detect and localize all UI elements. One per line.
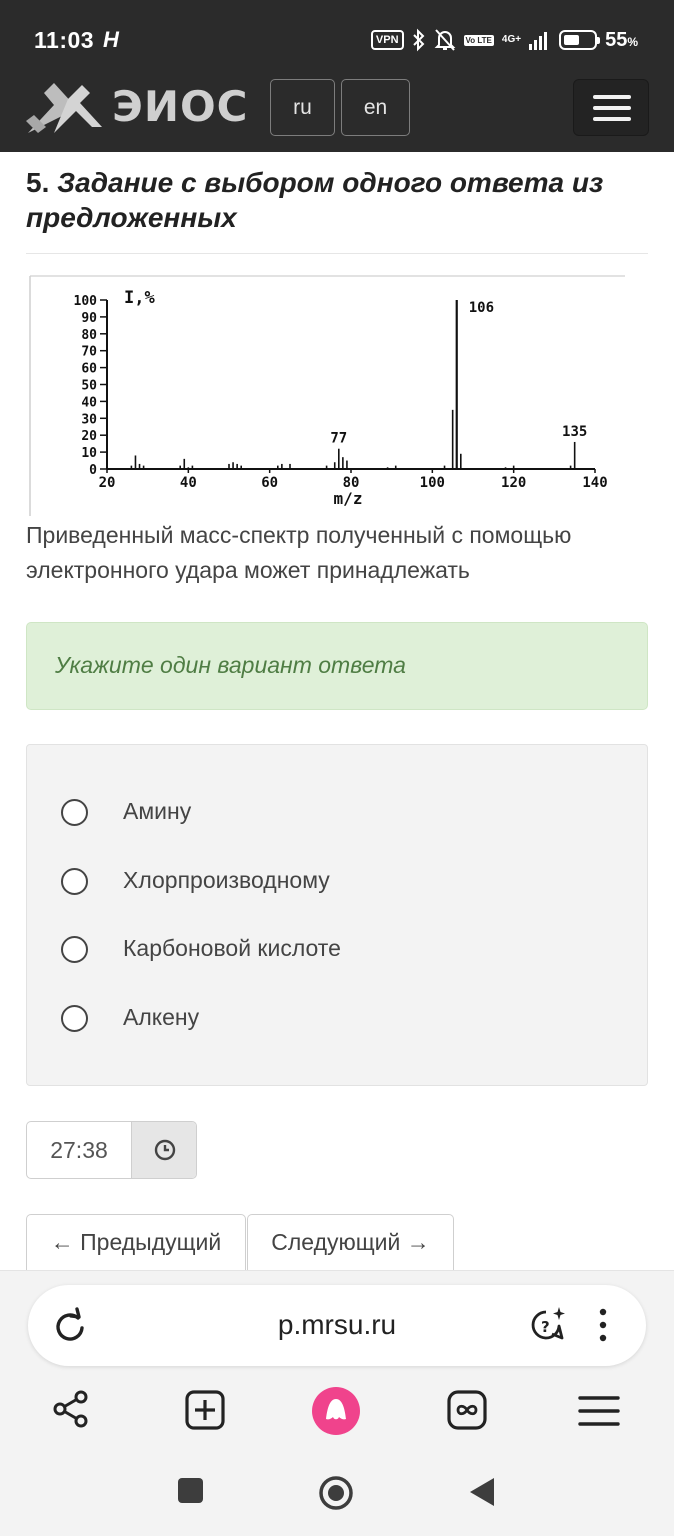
assistant-icon[interactable]: ? xyxy=(528,1305,568,1345)
x-tick-label: 20 xyxy=(99,475,116,491)
notification-h-icon: H xyxy=(103,27,119,52)
browser-chrome: p.mrsu.ru ? xyxy=(0,1270,674,1536)
answer-label[interactable]: Хлорпроизводному xyxy=(123,867,330,894)
eios-logo[interactable]: ЭИОС xyxy=(24,75,254,137)
question-text: Приведенный масс-спектр полученный с пом… xyxy=(26,522,572,583)
answer-option[interactable]: Хлорпроизводному xyxy=(61,861,330,901)
y-tick-label: 80 xyxy=(81,328,97,343)
radio-button[interactable] xyxy=(61,867,88,895)
y-tick-label: 20 xyxy=(81,429,97,444)
bluetooth-icon xyxy=(412,28,424,52)
x-tick-label: 120 xyxy=(501,475,526,491)
x-axis-label: m/z xyxy=(334,489,363,508)
battery-icon xyxy=(559,30,601,50)
battery-percent: 55% xyxy=(605,28,638,51)
clock-icon[interactable] xyxy=(131,1122,196,1178)
y-axis-label: I,% xyxy=(124,288,155,308)
x-tick-label: 140 xyxy=(582,475,607,491)
address-bar[interactable]: p.mrsu.ru ? xyxy=(28,1285,646,1366)
answer-label[interactable]: Алкену xyxy=(123,1004,199,1031)
answer-label[interactable]: Карбоновой кислоте xyxy=(123,935,341,962)
answer-option[interactable]: Амину xyxy=(61,792,191,832)
radio-button[interactable] xyxy=(61,935,88,963)
mass-spectrum-chart: 010203040506070809010020 40 60 80 100 120 140 … xyxy=(29,275,625,516)
timer: 27:38 xyxy=(26,1121,197,1179)
divider xyxy=(26,253,648,254)
top-bar: 11:03 H VPN Vo LTE 4G+ 55% ЭИОС ru en xyxy=(0,0,674,152)
svg-text:?: ? xyxy=(541,1318,550,1336)
new-tab-icon[interactable] xyxy=(184,1389,226,1431)
mute-bell-icon xyxy=(434,29,455,51)
y-tick-label: 60 xyxy=(81,362,97,377)
status-time: 11:03 xyxy=(34,27,95,53)
status-icons: VPN Vo LTE 4G+ 55% xyxy=(370,26,638,54)
answer-label[interactable]: Амину xyxy=(123,798,191,825)
status-bar: 11:03 H VPN Vo LTE 4G+ 55% xyxy=(0,0,674,80)
logo-text: ЭИОС xyxy=(112,81,249,131)
logo-mark-icon xyxy=(26,83,102,133)
hamburger-menu-button[interactable] xyxy=(573,79,649,136)
answer-hint: Укажите один вариант ответа xyxy=(55,652,406,678)
back-icon[interactable] xyxy=(468,1476,496,1508)
previous-button[interactable]: ← Предыдущий xyxy=(26,1214,246,1270)
next-button[interactable]: Следующий → xyxy=(247,1214,454,1270)
question-number: 5. xyxy=(26,167,50,198)
y-tick-label: 100 xyxy=(74,294,98,309)
recents-icon[interactable] xyxy=(177,1477,204,1504)
x-tick-label: 100 xyxy=(420,475,445,491)
radio-button[interactable] xyxy=(61,1004,88,1032)
y-tick-label: 40 xyxy=(81,395,97,410)
vpn-icon: VPN xyxy=(370,30,404,50)
question-title: 5. Задание с выбором одного ответа из пр… xyxy=(26,165,646,235)
answer-options: Амину Хлорпроизводному Карбоновой кислот… xyxy=(26,744,648,1086)
question-heading: Задание с выбором одного ответа из предл… xyxy=(26,167,604,233)
radio-button[interactable] xyxy=(61,798,88,826)
x-tick-label: 40 xyxy=(180,475,197,491)
answer-option[interactable]: Карбоновой кислоте xyxy=(61,929,341,969)
share-icon[interactable] xyxy=(51,1389,91,1429)
y-tick-label: 0 xyxy=(89,463,97,478)
timer-value: 27:38 xyxy=(50,1136,108,1163)
y-tick-label: 30 xyxy=(81,412,97,427)
answer-hint-box: Укажите один вариант ответа xyxy=(26,622,648,710)
peak-label: 77 xyxy=(330,431,347,447)
lang-en-button[interactable]: en xyxy=(341,79,410,136)
signal-icon xyxy=(529,32,548,50)
y-tick-label: 70 xyxy=(81,345,97,360)
menu-icon[interactable] xyxy=(578,1395,620,1427)
tabs-icon[interactable] xyxy=(446,1389,488,1431)
y-tick-label: 90 xyxy=(81,311,97,326)
home-icon[interactable] xyxy=(318,1475,354,1511)
lang-ru-button[interactable]: ru xyxy=(270,79,335,136)
network-type: 4G+ xyxy=(501,34,522,45)
alice-icon[interactable] xyxy=(311,1386,361,1436)
peak-label: 106 xyxy=(469,300,494,316)
x-tick-label: 60 xyxy=(261,475,278,491)
y-tick-label: 10 xyxy=(81,446,97,461)
answer-option[interactable]: Алкену xyxy=(61,998,199,1038)
y-tick-label: 50 xyxy=(81,379,97,394)
more-options-icon[interactable] xyxy=(598,1307,608,1343)
volte-icon: Vo LTE xyxy=(463,34,494,46)
peak-label: 135 xyxy=(562,424,587,440)
